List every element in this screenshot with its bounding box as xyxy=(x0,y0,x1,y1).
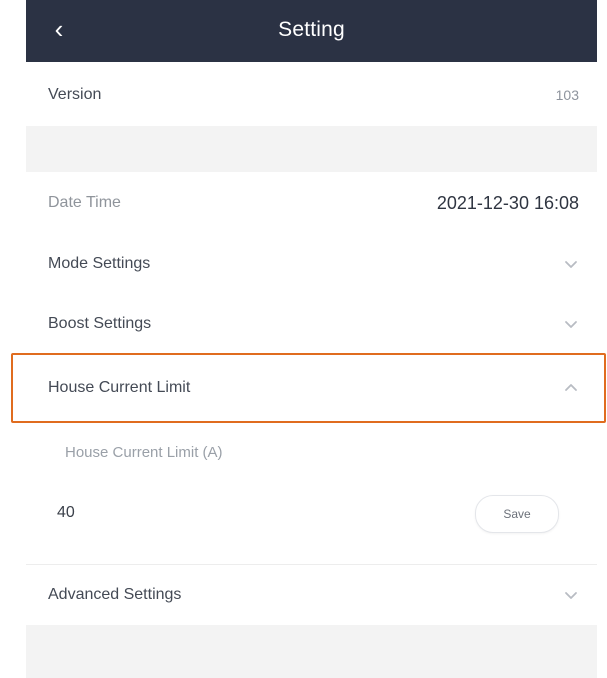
house-current-limit-input[interactable]: 40 xyxy=(57,504,75,522)
version-row: Version 103 xyxy=(26,64,597,126)
chevron-down-icon xyxy=(563,587,579,603)
house-current-limit-field-label: House Current Limit (A) xyxy=(65,444,223,461)
chevron-down-icon xyxy=(563,256,579,272)
datetime-value: 2021-12-30 16:08 xyxy=(436,192,579,213)
section-spacer xyxy=(26,126,597,172)
house-current-limit-label: House Current Limit xyxy=(48,379,191,396)
house-current-limit-row[interactable]: House Current Limit xyxy=(26,354,597,422)
version-label: Version xyxy=(48,86,102,103)
chevron-up-icon xyxy=(563,380,579,396)
advanced-settings-row[interactable]: Advanced Settings xyxy=(26,565,597,625)
top-bar: ‹ Setting xyxy=(26,0,597,62)
settings-screen: ‹ Setting Version 103 Date Time 2021-12-… xyxy=(0,0,607,678)
boost-settings-label: Boost Settings xyxy=(48,315,152,332)
mode-settings-label: Mode Settings xyxy=(48,255,151,272)
house-current-limit-panel: House Current Limit (A) 40 Save xyxy=(26,424,597,564)
save-button[interactable]: Save xyxy=(475,495,559,533)
datetime-label: Date Time xyxy=(48,194,121,211)
datetime-row: Date Time 2021-12-30 16:08 xyxy=(26,172,597,234)
page-title: Setting xyxy=(278,18,345,41)
version-value: 103 xyxy=(555,87,579,103)
mode-settings-row[interactable]: Mode Settings xyxy=(26,234,597,294)
boost-settings-row[interactable]: Boost Settings xyxy=(26,294,597,354)
bottom-spacer xyxy=(26,625,597,678)
advanced-settings-label: Advanced Settings xyxy=(48,586,182,603)
chevron-down-icon xyxy=(563,316,579,332)
